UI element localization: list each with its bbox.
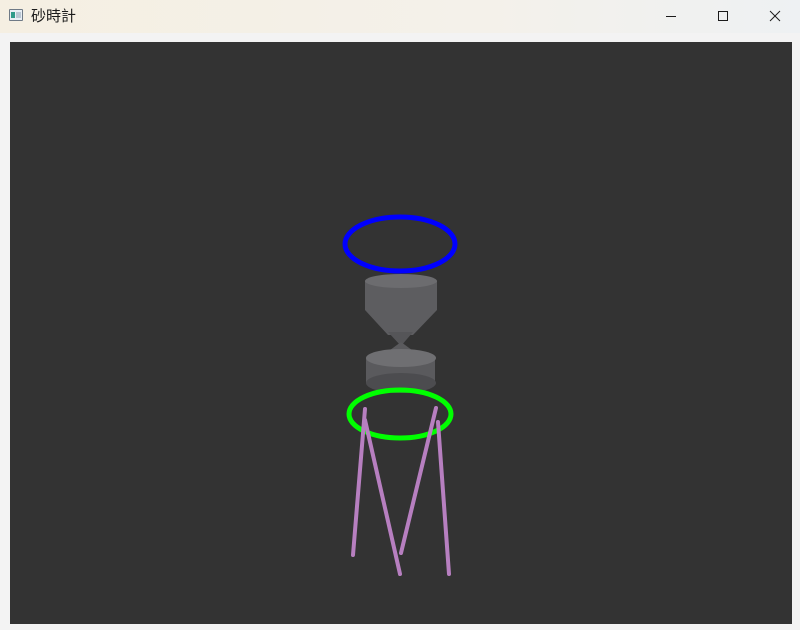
hourglass-lower-cap bbox=[366, 349, 436, 367]
hourglass bbox=[365, 274, 437, 393]
window-title: 砂時計 bbox=[31, 7, 77, 25]
app-window-icon bbox=[9, 9, 23, 21]
leg-4 bbox=[436, 420, 451, 576]
minimize-icon bbox=[666, 16, 676, 17]
hourglass-upper-bulb bbox=[365, 281, 437, 335]
app-window: 砂時計 bbox=[0, 0, 800, 630]
close-button[interactable] bbox=[752, 0, 798, 33]
3d-viewport[interactable] bbox=[10, 42, 792, 624]
top-ring bbox=[342, 214, 458, 274]
close-icon bbox=[769, 10, 781, 22]
maximize-icon bbox=[718, 11, 728, 21]
minimize-button[interactable] bbox=[648, 0, 694, 33]
leg-2 bbox=[363, 418, 402, 576]
maximize-button[interactable] bbox=[700, 0, 746, 33]
leg-3 bbox=[399, 406, 438, 555]
title-bar[interactable]: 砂時計 bbox=[0, 0, 800, 33]
scene-canvas bbox=[342, 214, 458, 576]
hourglass-top-cap bbox=[365, 274, 437, 288]
